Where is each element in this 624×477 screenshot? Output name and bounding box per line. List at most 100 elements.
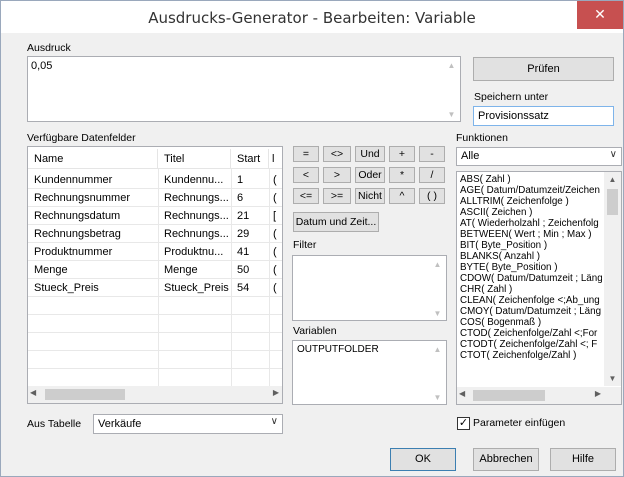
scroll-left-icon[interactable]: ◀: [459, 389, 465, 398]
table-row[interactable]: [28, 351, 282, 369]
scroll-up-icon[interactable]: ▲: [429, 345, 446, 354]
grid-line: [158, 169, 159, 387]
scroll-up-icon[interactable]: ▲: [604, 175, 621, 184]
op-multiply-button[interactable]: *: [389, 167, 415, 183]
table-cell: 54: [237, 282, 250, 294]
table-row[interactable]: Kundennummer Kundennu... 1 (: [28, 171, 282, 189]
table-row[interactable]: Rechnungsdatum Rechnungs... 21 [: [28, 207, 282, 225]
function-item[interactable]: AT( Wiederholzahl ; Zeichenfolg: [460, 218, 602, 229]
expression-input[interactable]: 0,05 ▲ ▼: [27, 56, 461, 122]
functions-category-select[interactable]: Alle ∨: [456, 147, 622, 166]
function-item[interactable]: CHR( Zahl ): [460, 284, 602, 295]
functions-items: ABS( Zahl ) AGE( Datum/Datumzeit/Zeichen A…: [460, 174, 602, 361]
function-item[interactable]: ASCII( Zeichen ): [460, 207, 602, 218]
check-button[interactable]: Prüfen: [473, 57, 614, 81]
table-cell: 1: [237, 174, 244, 186]
function-item[interactable]: CMOY( Datum/Datumzeit ; Läng: [460, 306, 602, 317]
op-equals-button[interactable]: =: [293, 146, 319, 162]
save-as-input[interactable]: Provisionssatz: [473, 106, 614, 126]
op-minus-button[interactable]: -: [419, 146, 445, 162]
function-item[interactable]: BETWEEN( Wert ; Min ; Max ): [460, 229, 602, 240]
table-select-value: Verkäufe: [98, 418, 142, 430]
scroll-down-icon[interactable]: ▼: [604, 374, 621, 383]
table-cell: (: [273, 246, 277, 258]
filter-label: Filter: [293, 239, 317, 251]
column-header-length[interactable]: l: [269, 149, 282, 169]
op-not-button[interactable]: Nicht: [355, 188, 385, 204]
table-cell: Rechnungsnummer: [34, 192, 130, 204]
column-header-name[interactable]: Name: [28, 149, 158, 169]
scroll-down-icon[interactable]: ▼: [443, 110, 460, 119]
scroll-up-icon[interactable]: ▲: [443, 61, 460, 70]
function-item[interactable]: CLEAN( Zeichenfolge <;Ab_ung: [460, 295, 602, 306]
table-cell: Kundennummer: [34, 174, 113, 186]
scroll-left-icon[interactable]: ◀: [30, 388, 36, 397]
filter-scrollbar[interactable]: ▲ ▼: [429, 256, 446, 320]
chevron-down-icon: ∨: [270, 416, 278, 427]
table-row[interactable]: Menge Menge 50 (: [28, 261, 282, 279]
function-item[interactable]: BYTE( Byte_Position ): [460, 262, 602, 273]
hscroll-thumb[interactable]: [45, 389, 125, 400]
op-divide-button[interactable]: /: [419, 167, 445, 183]
op-and-button[interactable]: Und: [355, 146, 385, 162]
ok-button[interactable]: OK: [390, 448, 456, 471]
filter-input[interactable]: ▲ ▼: [292, 255, 447, 321]
table-row[interactable]: [28, 369, 282, 387]
date-time-button[interactable]: Datum und Zeit...: [293, 212, 379, 232]
function-item[interactable]: AGE( Datum/Datumzeit/Zeichen: [460, 185, 602, 196]
op-or-button[interactable]: Oder: [355, 167, 385, 183]
scroll-down-icon[interactable]: ▼: [429, 393, 446, 402]
functions-vscrollbar[interactable]: ▲ ▼: [604, 172, 621, 386]
table-row[interactable]: Produktnummer Produktnu... 41 (: [28, 243, 282, 261]
vscroll-thumb[interactable]: [607, 189, 618, 215]
scroll-right-icon[interactable]: ▶: [595, 389, 601, 398]
column-header-start[interactable]: Start: [231, 149, 269, 169]
scroll-down-icon[interactable]: ▼: [429, 309, 446, 318]
table-row[interactable]: [28, 333, 282, 351]
column-header-title[interactable]: Titel: [158, 149, 231, 169]
function-item[interactable]: CTODT( Zeichenfolge/Zahl <; F: [460, 339, 602, 350]
table-cell: (: [273, 192, 277, 204]
table-row[interactable]: Stueck_Preis Stueck_Preis 54 (: [28, 279, 282, 297]
hscroll-thumb[interactable]: [473, 390, 545, 401]
function-item[interactable]: CDOW( Datum/Datumzeit ; Läng: [460, 273, 602, 284]
op-greater-equal-button[interactable]: >=: [323, 188, 351, 204]
fields-hscrollbar[interactable]: ◀ ▶: [28, 386, 282, 403]
table-row[interactable]: Rechnungsbetrag Rechnungs... 29 (: [28, 225, 282, 243]
op-less-equal-button[interactable]: <=: [293, 188, 319, 204]
functions-list[interactable]: ABS( Zahl ) AGE( Datum/Datumzeit/Zeichen A…: [456, 171, 622, 405]
variables-scrollbar[interactable]: ▲ ▼: [429, 341, 446, 404]
op-not-equal-button[interactable]: <>: [323, 146, 351, 162]
function-item[interactable]: BIT( Byte_Position ): [460, 240, 602, 251]
scroll-up-icon[interactable]: ▲: [429, 260, 446, 269]
table-select[interactable]: Verkäufe ∨: [93, 414, 283, 434]
cancel-button[interactable]: Abbrechen: [473, 448, 539, 471]
op-parentheses-button[interactable]: ( ): [419, 188, 445, 204]
op-plus-button[interactable]: +: [389, 146, 415, 162]
expression-scrollbar[interactable]: ▲ ▼: [443, 57, 460, 121]
table-cell: Produktnummer: [34, 246, 113, 258]
variables-list[interactable]: OUTPUTFOLDER ▲ ▼: [292, 340, 447, 405]
scroll-right-icon[interactable]: ▶: [273, 388, 279, 397]
window-title: Ausdrucks-Generator - Bearbeiten: Variab…: [148, 9, 476, 27]
variable-item[interactable]: OUTPUTFOLDER: [297, 344, 379, 355]
table-cell: Rechnungs...: [164, 192, 229, 204]
function-item[interactable]: ABS( Zahl ): [460, 174, 602, 185]
op-greater-button[interactable]: >: [323, 167, 351, 183]
table-cell: 41: [237, 246, 250, 258]
grid-line: [231, 169, 232, 387]
op-less-button[interactable]: <: [293, 167, 319, 183]
close-button[interactable]: ✕: [577, 1, 623, 29]
op-power-button[interactable]: ^: [389, 188, 415, 204]
table-row[interactable]: [28, 315, 282, 333]
insert-params-checkbox[interactable]: ✓: [457, 417, 470, 430]
function-item[interactable]: ALLTRIM( Zeichenfolge ): [460, 196, 602, 207]
function-item[interactable]: COS( Bogenmaß ): [460, 317, 602, 328]
table-row[interactable]: Rechnungsnummer Rechnungs... 6 (: [28, 189, 282, 207]
function-item[interactable]: CTOT( Zeichenfolge/Zahl ): [460, 350, 602, 361]
table-row[interactable]: [28, 297, 282, 315]
function-item[interactable]: CTOD( Zeichenfolge/Zahl <;For: [460, 328, 602, 339]
functions-hscrollbar[interactable]: ◀ ▶: [457, 387, 621, 404]
function-item[interactable]: BLANKS( Anzahl ): [460, 251, 602, 262]
help-button[interactable]: Hilfe: [550, 448, 616, 471]
